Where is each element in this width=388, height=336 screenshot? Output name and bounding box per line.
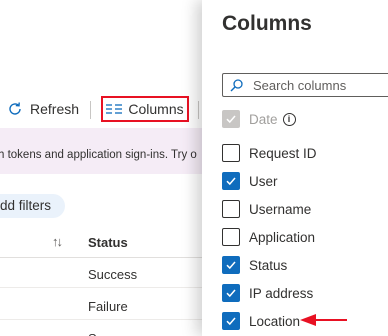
column-option-username[interactable]: Username <box>222 199 311 219</box>
refresh-button[interactable]: Refresh <box>6 100 79 118</box>
status-cell: Success <box>88 267 138 282</box>
sort-icon[interactable]: ↑↓ <box>52 234 63 249</box>
columns-icon <box>106 104 123 114</box>
location-checkbox[interactable] <box>222 312 240 330</box>
column-header-status[interactable]: Status <box>88 235 128 250</box>
column-option-application[interactable]: Application <box>222 227 315 247</box>
search-input[interactable] <box>253 76 383 94</box>
info-banner: h tokens and application sign-ins. Try o <box>0 128 202 174</box>
column-option-user[interactable]: User <box>222 171 278 191</box>
status-cell: S <box>88 331 97 336</box>
panel-title: Columns <box>222 12 312 35</box>
date-checkbox <box>222 110 240 128</box>
column-option-label: Username <box>249 201 312 217</box>
refresh-icon <box>9 102 21 115</box>
table-header: ↑↓ Status <box>0 226 202 258</box>
search-icon <box>230 79 243 92</box>
column-option-label: Status <box>249 257 288 273</box>
annotation-arrow-icon <box>300 314 347 326</box>
column-option-location[interactable]: Location <box>222 311 300 331</box>
status-checkbox[interactable] <box>222 256 240 274</box>
columns-panel: Columns Date i Request ID User Username … <box>202 0 388 336</box>
column-option-label: User <box>249 173 278 189</box>
user-checkbox[interactable] <box>222 172 240 190</box>
info-banner-text: h tokens and application sign-ins. Try o <box>0 149 197 161</box>
column-option-ip-address[interactable]: IP address <box>222 283 313 303</box>
column-option-label: Request ID <box>249 145 317 161</box>
checkmark-icon <box>226 261 236 270</box>
column-option-status[interactable]: Status <box>222 255 287 275</box>
column-option-label: Application <box>249 229 316 245</box>
table-row[interactable]: Failure <box>0 291 202 320</box>
add-filters-button[interactable]: dd filters <box>0 194 66 218</box>
username-checkbox[interactable] <box>222 200 240 218</box>
status-cell: Failure <box>88 299 128 314</box>
checkmark-icon <box>226 115 236 124</box>
application-checkbox[interactable] <box>222 228 240 246</box>
search-box[interactable] <box>222 73 388 97</box>
toolbar: Refresh Columns <box>0 93 202 127</box>
table-row[interactable]: Success <box>0 259 202 288</box>
toolbar-divider <box>198 101 199 119</box>
request-id-checkbox[interactable] <box>222 144 240 162</box>
column-option-label: Date <box>249 111 278 127</box>
sign-in-logs-page: Refresh Columns h tokens and application… <box>0 0 202 336</box>
checkmark-icon <box>226 177 236 186</box>
checkmark-icon <box>226 289 236 298</box>
toolbar-divider <box>90 101 91 119</box>
checkmark-icon <box>226 317 236 326</box>
columns-button[interactable]: Columns <box>101 96 189 122</box>
column-option-label: Location <box>249 313 301 329</box>
refresh-label: Refresh <box>30 101 80 117</box>
info-icon[interactable]: i <box>282 112 296 126</box>
column-option-request-id[interactable]: Request ID <box>222 143 317 163</box>
table-row[interactable]: S <box>0 323 202 336</box>
columns-label: Columns <box>128 101 184 117</box>
column-option-label: IP address <box>249 285 314 301</box>
column-option-date: Date i <box>222 109 296 129</box>
ip-address-checkbox[interactable] <box>222 284 240 302</box>
